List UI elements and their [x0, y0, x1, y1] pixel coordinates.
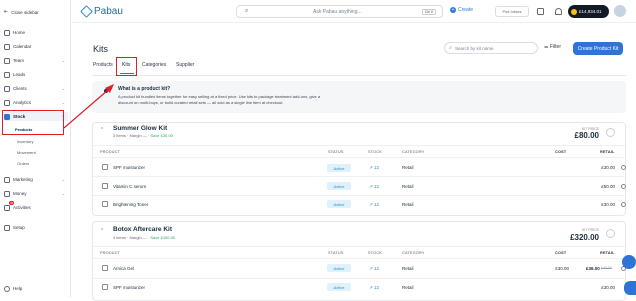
highlight-arrow	[63, 84, 114, 129]
